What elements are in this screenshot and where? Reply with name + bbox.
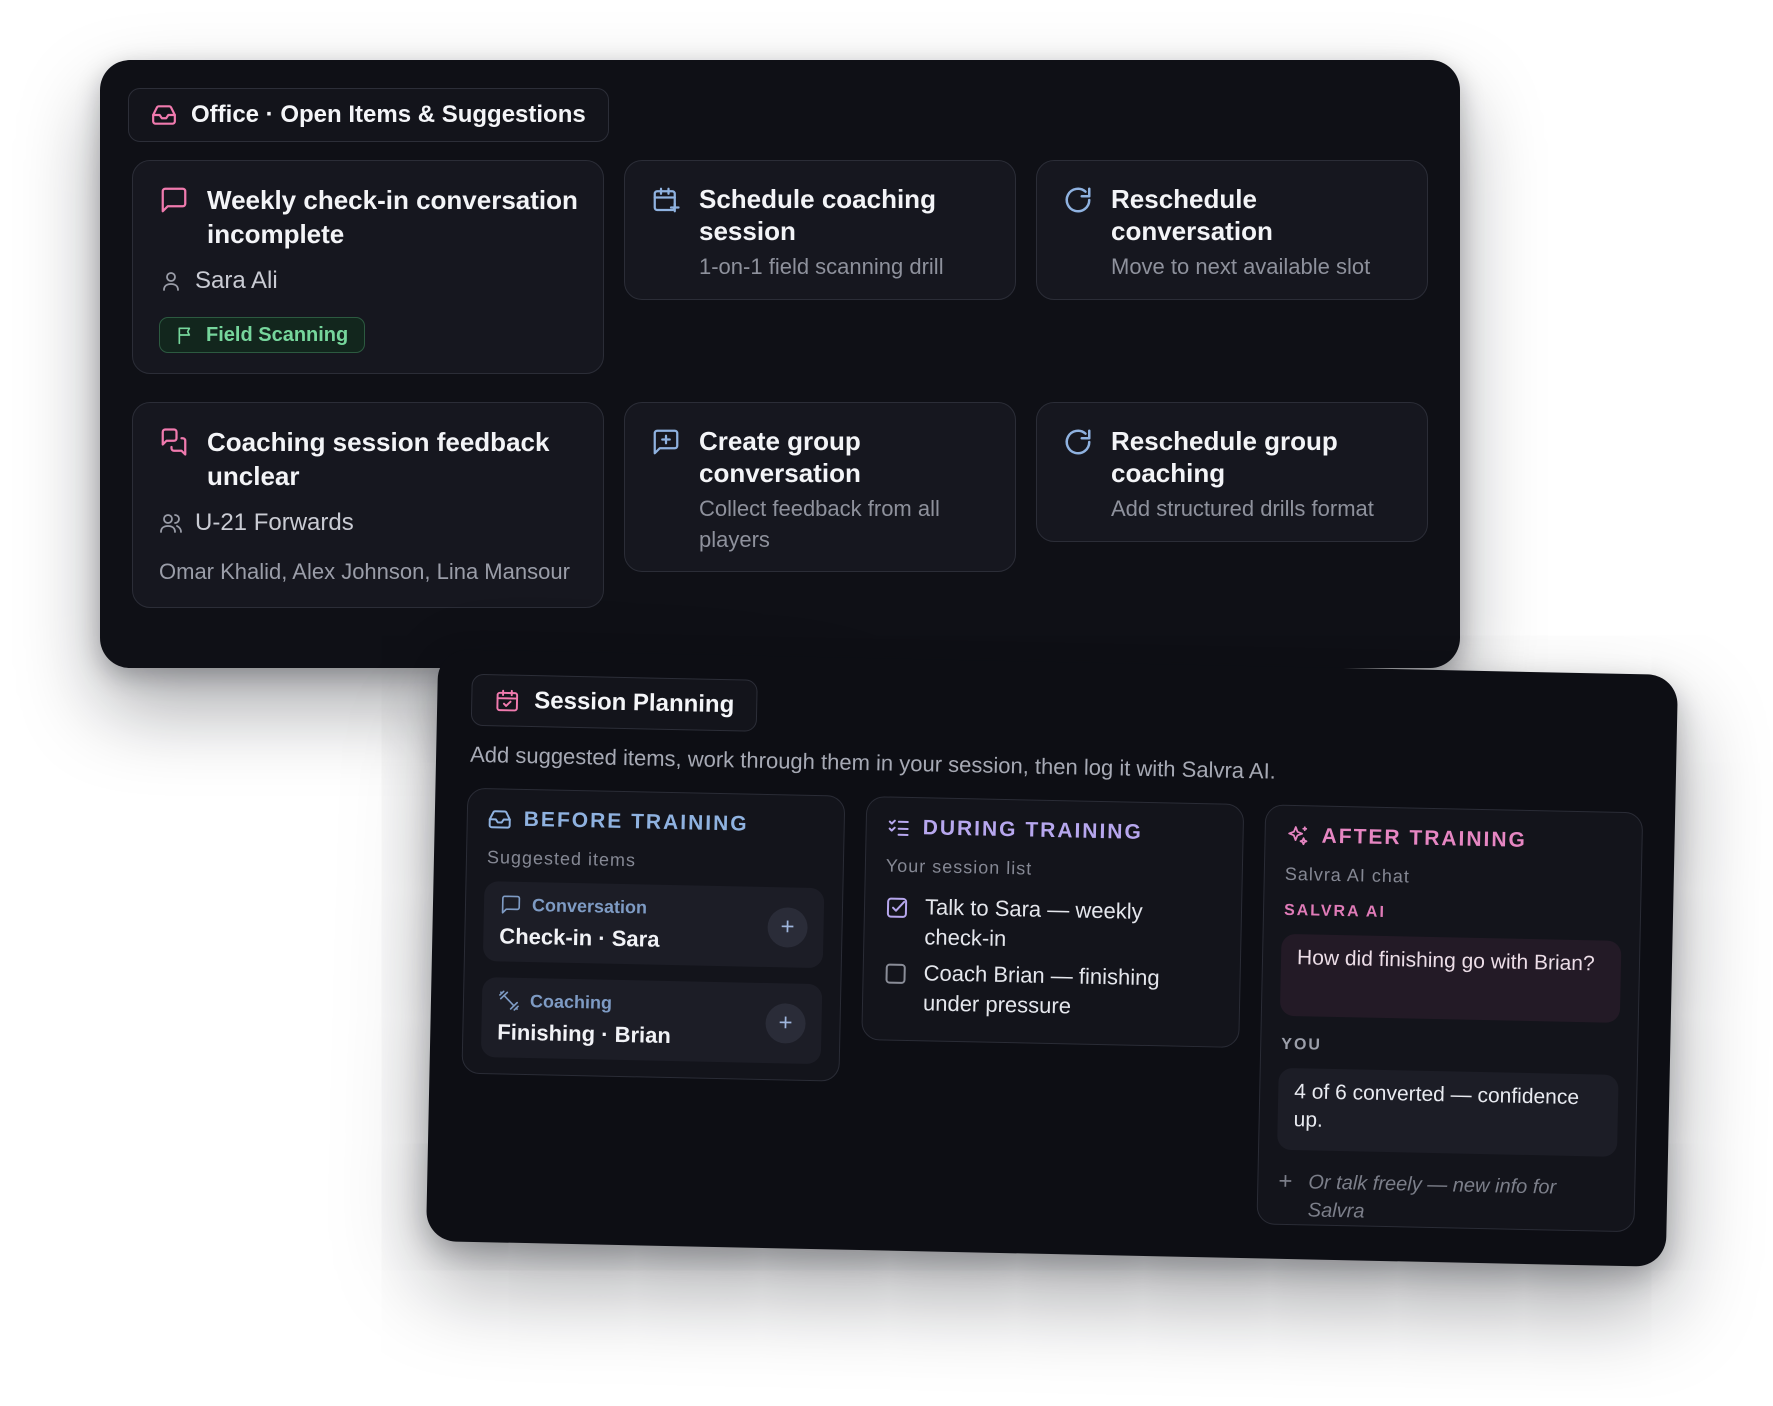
open-item-card-checkin[interactable]: Weekly check-in conversation incomplete …	[132, 160, 604, 374]
calendar-check-icon	[496, 689, 519, 712]
card-title: Coaching session feedback unclear	[207, 427, 550, 491]
column-heading: AFTER TRAINING	[1285, 824, 1527, 853]
messages-icon	[161, 428, 187, 456]
message-square-icon	[501, 895, 521, 914]
refresh-icon	[1065, 187, 1091, 213]
checkbox-empty-icon[interactable]	[883, 961, 907, 985]
inbox-icon	[152, 105, 176, 125]
card-person: Sara Ali	[159, 267, 278, 295]
session-header-chip: Session Planning	[470, 673, 758, 732]
person-name: Sara Ali	[195, 267, 278, 294]
session-task[interactable]: Talk to Sara — weekly check-in	[884, 891, 1195, 957]
suggestion-card-reschedule-group-coaching[interactable]: Reschedule group coaching Add structured…	[1036, 402, 1428, 542]
open-item-card-feedback[interactable]: Coaching session feedback unclear U-21 F…	[132, 402, 604, 608]
ai-sender-label: SALVRA AI	[1283, 901, 1387, 921]
card-title: Reschedule conversation	[1111, 184, 1273, 246]
suggested-item[interactable]: Coaching Finishing · Brian +	[480, 977, 823, 1065]
user-icon	[163, 272, 179, 291]
card-subtitle: 1-on-1 field scanning drill	[699, 254, 944, 279]
user-message-bubble: 4 of 6 converted — confidence up.	[1277, 1067, 1619, 1157]
add-item-button[interactable]: +	[767, 907, 808, 948]
office-panel: Office · Open Items & Suggestions Weekly…	[100, 60, 1460, 668]
plus-icon: +	[1278, 1167, 1293, 1196]
column-heading: BEFORE TRAINING	[488, 807, 749, 836]
task-text: Coach Brian — finishing under pressure	[922, 960, 1160, 1019]
card-subtitle: Collect feedback from all players	[699, 496, 940, 552]
kind-label: Coaching	[529, 990, 613, 1013]
list-checks-icon	[888, 819, 909, 836]
item-name: Finishing · Brian	[497, 1019, 672, 1049]
message-square-icon	[161, 187, 187, 213]
card-title: Create group conversation	[699, 426, 861, 488]
after-training-column: AFTER TRAINING Salvra AI chat SALVRA AI …	[1256, 804, 1644, 1233]
session-planning-panel: Session Planning Add suggested items, wo…	[425, 649, 1679, 1267]
heading-label: AFTER TRAINING	[1321, 824, 1528, 852]
refresh-icon	[1065, 429, 1091, 455]
during-training-column: DURING TRAINING Your session list Talk t…	[861, 796, 1245, 1048]
item-kind: Conversation	[500, 893, 647, 918]
card-subtitle: Add structured drills format	[1111, 496, 1374, 521]
column-subheading: Your session list	[885, 855, 1033, 879]
card-group: U-21 Forwards	[159, 509, 354, 537]
add-item-button[interactable]: +	[765, 1003, 806, 1044]
before-training-column: BEFORE TRAINING Suggested items Conversa…	[461, 787, 846, 1082]
card-title: Weekly check-in conversation incomplete	[207, 185, 578, 249]
message-plus-icon	[653, 429, 679, 455]
group-members: Omar Khalid, Alex Johnson, Lina Mansour	[159, 559, 570, 584]
suggestion-card-create-group-conversation[interactable]: Create group conversation Collect feedba…	[624, 402, 1016, 572]
suggested-item[interactable]: Conversation Check-in · Sara +	[482, 881, 825, 969]
heading-label: DURING TRAINING	[922, 816, 1144, 844]
users-icon	[160, 514, 182, 533]
tag-label: Field Scanning	[206, 323, 349, 346]
office-header-chip: Office · Open Items & Suggestions	[128, 88, 609, 142]
heading-label: BEFORE TRAINING	[523, 807, 749, 836]
suggestion-card-schedule-coaching[interactable]: Schedule coaching session 1-on-1 field s…	[624, 160, 1016, 300]
flag-icon	[178, 327, 191, 345]
column-subheading: Suggested items	[486, 847, 637, 871]
item-kind: Coaching	[498, 989, 612, 1013]
inbox-icon	[488, 810, 511, 829]
ai-message-bubble: How did finishing go with Brian?	[1279, 933, 1622, 1023]
item-name: Check-in · Sara	[499, 923, 660, 952]
sparkles-icon	[1288, 826, 1308, 846]
dumbbell-icon	[499, 990, 519, 1011]
free-talk-prompt[interactable]: + Or talk freely — new info for Salvra	[1277, 1168, 1568, 1230]
kind-label: Conversation	[531, 894, 648, 918]
session-description: Add suggested items, work through them i…	[469, 741, 1277, 784]
card-title: Reschedule group coaching	[1111, 426, 1338, 488]
user-sender-label: YOU	[1281, 1035, 1323, 1054]
checkbox-checked-icon[interactable]	[885, 895, 909, 919]
card-title: Schedule coaching session	[699, 184, 936, 246]
focus-tag[interactable]: Field Scanning	[159, 317, 366, 353]
suggestion-card-reschedule-conversation[interactable]: Reschedule conversation Move to next ava…	[1036, 160, 1428, 300]
column-heading: DURING TRAINING	[886, 816, 1143, 845]
card-subtitle: Move to next available slot	[1111, 254, 1371, 279]
session-title: Session Planning	[533, 687, 735, 719]
column-subheading: Salvra AI chat	[1284, 863, 1411, 887]
session-task[interactable]: Coach Brian — finishing under pressure	[883, 957, 1194, 1023]
task-text: Talk to Sara — weekly check-in	[924, 894, 1143, 952]
calendar-plus-icon	[653, 187, 680, 213]
group-name: U-21 Forwards	[195, 509, 354, 536]
free-talk-text: Or talk freely — new info for Salvra	[1307, 1171, 1557, 1223]
office-title: Office · Open Items & Suggestions	[191, 101, 586, 128]
